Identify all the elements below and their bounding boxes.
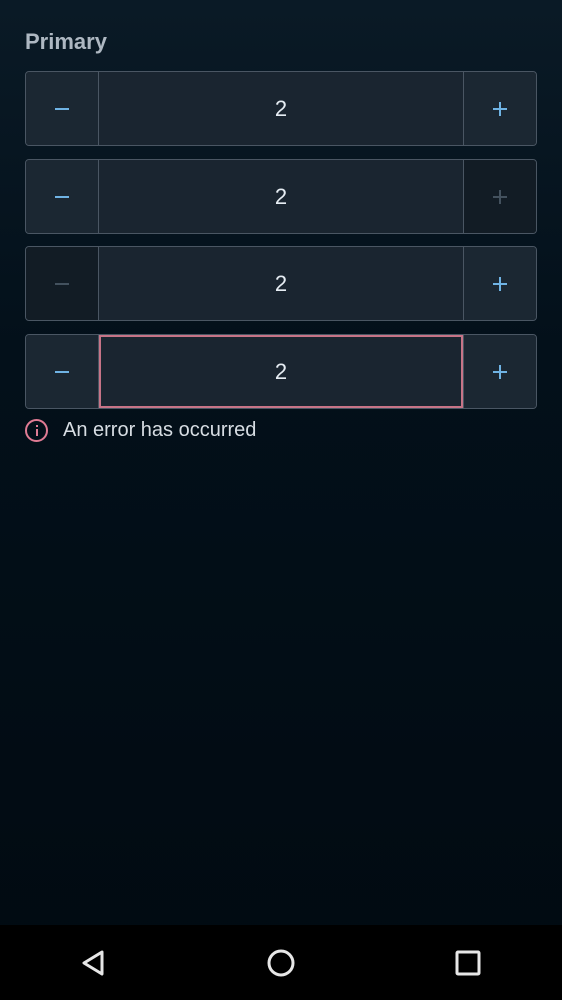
decrement-button[interactable] (26, 335, 99, 408)
plus-icon (493, 276, 507, 291)
error-message-row: An error has occurred (25, 418, 256, 442)
section-title: Primary (25, 29, 107, 54)
decrement-button[interactable] (26, 72, 99, 145)
increment-button[interactable] (463, 335, 536, 408)
increment-button[interactable] (463, 72, 536, 145)
system-navigation-bar (0, 925, 562, 1000)
quantity-value[interactable]: 2 (99, 247, 463, 320)
info-circle-icon (25, 418, 48, 442)
minus-icon (55, 370, 69, 373)
quantity-stepper-2: 2 (25, 159, 537, 234)
app-screen: Primary 2 2 2 2 An error has occurred (0, 0, 562, 1000)
decrement-button-disabled (26, 247, 99, 320)
plus-icon (493, 189, 507, 204)
minus-icon (55, 107, 69, 110)
plus-icon (493, 101, 507, 116)
recent-apps-icon[interactable] (452, 947, 484, 979)
quantity-stepper-4-error: 2 (25, 334, 537, 409)
plus-icon (493, 364, 507, 379)
quantity-value[interactable]: 2 (99, 72, 463, 145)
increment-button[interactable] (463, 247, 536, 320)
quantity-stepper-3: 2 (25, 246, 537, 321)
home-circle-icon[interactable] (265, 947, 297, 979)
error-message: An error has occurred (63, 418, 257, 441)
decrement-button[interactable] (26, 160, 99, 233)
quantity-value[interactable]: 2 (99, 160, 463, 233)
minus-icon (55, 282, 69, 285)
quantity-stepper-1: 2 (25, 71, 537, 146)
increment-button-disabled (463, 160, 536, 233)
back-triangle-icon[interactable] (78, 947, 110, 979)
minus-icon (55, 195, 69, 198)
quantity-value-error[interactable]: 2 (99, 335, 463, 408)
